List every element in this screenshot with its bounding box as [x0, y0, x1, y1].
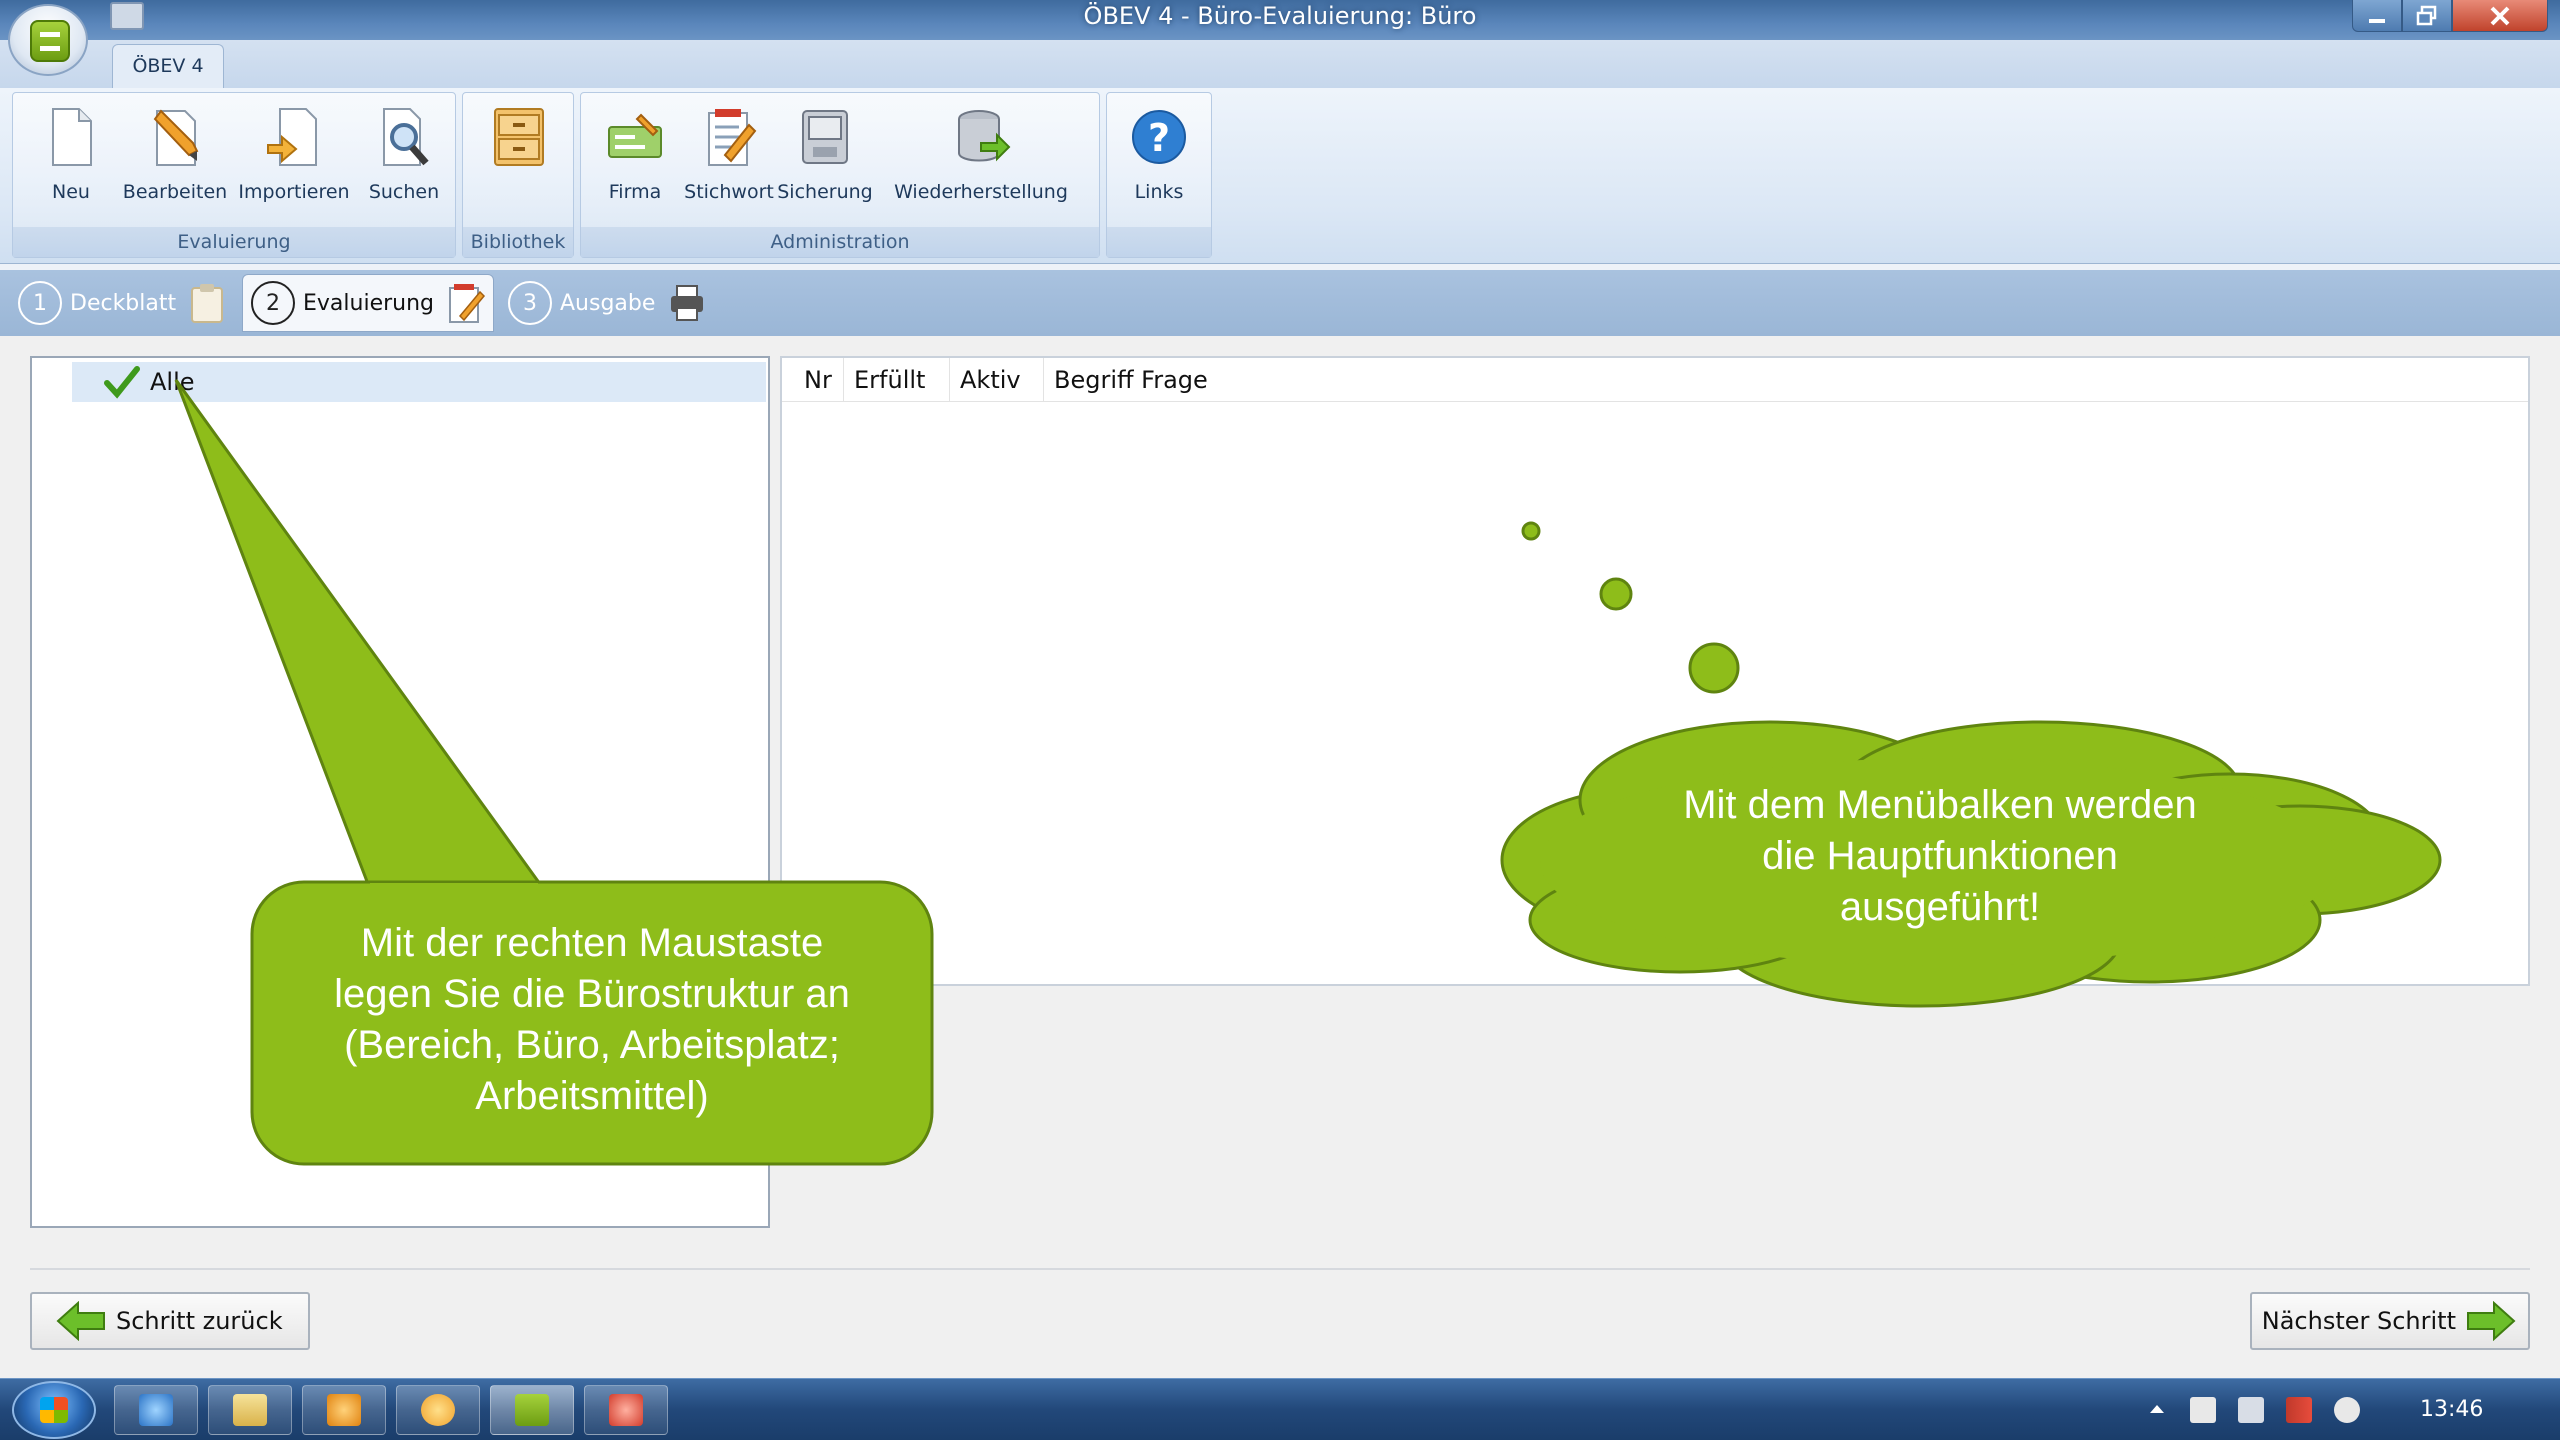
tree-item-alle[interactable]: Alle [72, 362, 766, 402]
ribbon-group-links: ? Links [1106, 92, 1212, 258]
taskbar-app-orange[interactable] [396, 1385, 480, 1435]
keyword-button[interactable]: Stichwort [683, 99, 775, 211]
library-cabinet-icon [494, 108, 544, 166]
import-button[interactable]: Importieren [238, 99, 350, 211]
search-icon [383, 108, 429, 166]
column-header-aktiv[interactable]: Aktiv [950, 358, 1044, 402]
application-menu-button[interactable] [8, 4, 88, 76]
ribbon-group-evaluierung: Neu Bearbeiten Importieren Suchen Evalui… [12, 92, 456, 258]
callout-right-text: Mit dem Menübalken werden die Hauptfunkt… [1683, 783, 2197, 929]
restore-icon [2416, 5, 2437, 25]
media-player-icon [327, 1394, 361, 1426]
step-evaluierung[interactable]: 2 Evaluierung [242, 274, 494, 332]
help-icon: ? [1132, 110, 1186, 164]
ribbon-group-label [1107, 227, 1211, 257]
action-center-flag-icon[interactable] [2190, 1397, 2216, 1423]
step-deckblatt[interactable]: 1 Deckblatt [10, 274, 236, 332]
restore-button[interactable] [2402, 0, 2452, 32]
step-ausgabe[interactable]: 3 Ausgabe [500, 274, 716, 332]
new-button[interactable]: Neu [21, 99, 121, 211]
callout-left-text: Mit der rechten Maustaste legen Sie die … [334, 921, 850, 1118]
company-button[interactable]: Firma [589, 99, 681, 211]
links-button[interactable]: ? Links [1111, 99, 1207, 211]
taskbar-obev[interactable] [490, 1385, 574, 1435]
column-header-erfuellt[interactable]: Erfüllt [844, 358, 950, 402]
restore-icon [958, 110, 1011, 162]
window-title: ÖBEV 4 - Büro-Evaluierung: Büro [1083, 2, 1477, 30]
clipboard-icon [191, 284, 224, 323]
library-button[interactable] [469, 99, 569, 211]
edit-notepad-icon [449, 284, 486, 323]
keyword-icon [708, 109, 757, 166]
ribbon-group-label: Evaluierung [13, 227, 455, 257]
ribbon-group-label: Administration [581, 227, 1099, 257]
ribbon-group-label: Bibliothek [463, 227, 573, 257]
edit-pencil-icon [153, 109, 199, 166]
divider [30, 1268, 2530, 1270]
taskbar-explorer[interactable] [208, 1385, 292, 1435]
taskbar: 13:46 [0, 1378, 2560, 1440]
edit-button[interactable]: Bearbeiten [123, 99, 227, 211]
column-header-nr[interactable]: Nr [794, 358, 844, 402]
tray-expand-icon[interactable] [2144, 1397, 2170, 1423]
title-bar: ÖBEV 4 - Büro-Evaluierung: Büro [0, 0, 2560, 40]
new-document-icon [52, 108, 92, 166]
checkmark-icon [104, 366, 140, 399]
device-icon[interactable] [2238, 1397, 2264, 1423]
wizard-step-bar: 1 Deckblatt 2 Evaluierung 3 Ausgabe [0, 270, 2560, 336]
obev-app-icon [515, 1394, 549, 1426]
search-button[interactable]: Suchen [359, 99, 449, 211]
quick-access-save-icon[interactable] [110, 2, 144, 30]
folder-icon [233, 1394, 267, 1426]
ribbon-group-administration: Firma Stichwort Sicherung Wiederherstell… [580, 92, 1100, 258]
taskbar-app-red[interactable] [584, 1385, 668, 1435]
network-icon[interactable] [2286, 1397, 2312, 1423]
ribbon-group-bibliothek: Bibliothek [462, 92, 574, 258]
ribbon-tab-row [0, 40, 2560, 88]
close-button[interactable] [2452, 0, 2548, 32]
ribbon-tab-obev[interactable]: ÖBEV 4 [112, 44, 224, 88]
app-logo-icon [30, 20, 70, 62]
printer-icon [671, 285, 704, 321]
system-clock[interactable]: 13:46 [2420, 1379, 2483, 1440]
import-icon [267, 108, 317, 166]
next-step-button[interactable]: Nächster Schritt [2250, 1292, 2530, 1350]
arrow-left-icon [56, 1301, 105, 1341]
ribbon: Neu Bearbeiten Importieren Suchen Evalui… [0, 88, 2560, 264]
arrow-right-icon [2467, 1301, 2516, 1341]
close-icon [2490, 6, 2510, 25]
backup-icon [802, 110, 848, 164]
taskbar-media-player[interactable] [302, 1385, 386, 1435]
grid-header: Nr Erfüllt Aktiv Begriff Frage [782, 358, 2528, 402]
backup-button[interactable]: Sicherung [777, 99, 873, 211]
internet-explorer-icon [139, 1394, 173, 1426]
step-back-button[interactable]: Schritt zurück [30, 1292, 310, 1350]
app-icon [421, 1394, 455, 1426]
volume-muted-icon[interactable] [2334, 1397, 2360, 1423]
app-icon [609, 1394, 643, 1426]
taskbar-internet-explorer[interactable] [114, 1385, 198, 1435]
column-header-begriff-frage[interactable]: Begriff Frage [1044, 358, 1284, 402]
minimize-button[interactable] [2352, 0, 2402, 32]
company-icon [608, 113, 662, 158]
restore-data-button[interactable]: Wiederherstellung [881, 99, 1081, 211]
svg-text:?: ? [1148, 116, 1170, 160]
minimize-icon [2369, 18, 2385, 23]
start-button[interactable] [12, 1381, 96, 1439]
